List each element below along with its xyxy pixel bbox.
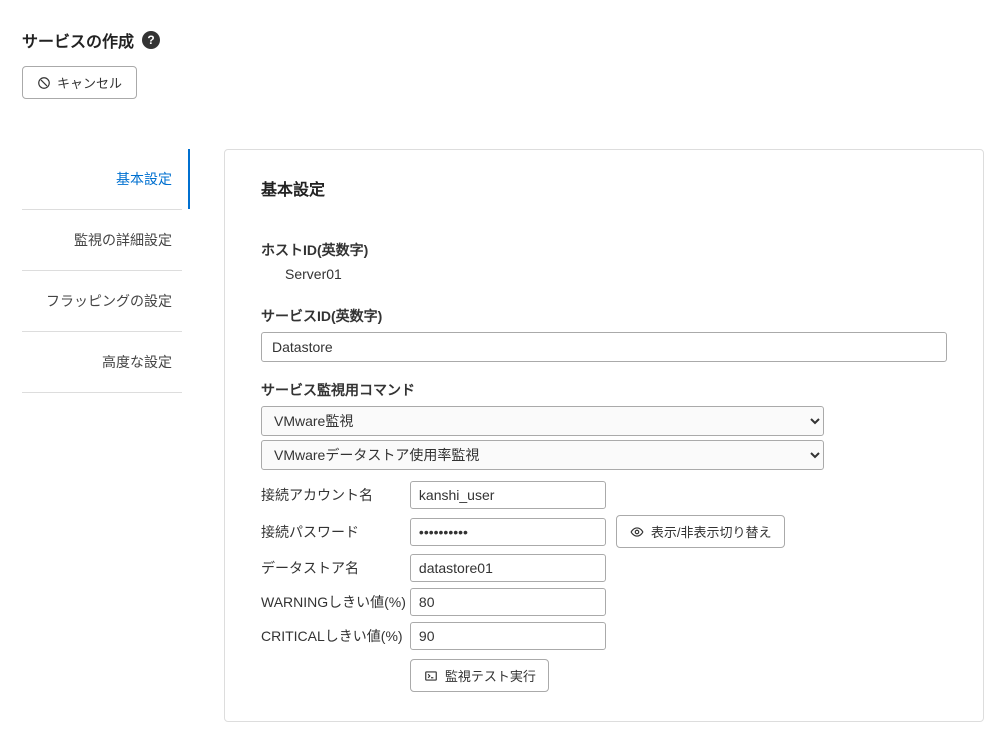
- password-toggle-label: 表示/非表示切り替え: [651, 522, 772, 541]
- service-id-input[interactable]: [261, 332, 947, 362]
- panel-title: 基本設定: [261, 176, 947, 200]
- cancel-button[interactable]: キャンセル: [22, 66, 137, 99]
- datastore-input[interactable]: [410, 554, 606, 582]
- sidebar: 基本設定 監視の詳細設定 フラッピングの設定 高度な設定: [22, 149, 182, 393]
- command-select-type[interactable]: VMwareデータストア使用率監視: [261, 440, 824, 470]
- command-label: サービス監視用コマンド: [261, 380, 947, 400]
- terminal-icon: [423, 669, 439, 683]
- monitor-test-button[interactable]: 監視テスト実行: [410, 659, 549, 692]
- monitor-test-label: 監視テスト実行: [445, 666, 536, 685]
- sidebar-item-flapping[interactable]: フラッピングの設定: [22, 271, 182, 332]
- service-id-label: サービスID(英数字): [261, 306, 947, 326]
- warning-label: WARNINGしきい値(%): [261, 585, 410, 619]
- password-label: 接続パスワード: [261, 512, 410, 551]
- cancel-label: キャンセル: [57, 73, 122, 92]
- password-toggle-button[interactable]: 表示/非表示切り替え: [616, 515, 785, 548]
- sidebar-item-advanced[interactable]: 高度な設定: [22, 332, 182, 393]
- command-select-category[interactable]: VMware監視: [261, 406, 824, 436]
- datastore-label: データストア名: [261, 551, 410, 585]
- warning-input[interactable]: [410, 588, 606, 616]
- critical-label: CRITICALしきい値(%): [261, 619, 410, 653]
- host-id-value: Server01: [285, 266, 947, 282]
- param-table: 接続アカウント名 接続パスワード 表示/非表示切り替え: [261, 478, 789, 695]
- sidebar-item-basic[interactable]: 基本設定: [22, 149, 182, 210]
- critical-input[interactable]: [410, 622, 606, 650]
- eye-icon: [629, 525, 645, 539]
- account-input[interactable]: [410, 481, 606, 509]
- password-input[interactable]: [410, 518, 606, 546]
- main-panel: 基本設定 ホストID(英数字) Server01 サービスID(英数字) サービ…: [224, 149, 984, 722]
- page-title: サービスの作成: [22, 28, 134, 52]
- help-icon[interactable]: ?: [142, 31, 160, 49]
- account-label: 接続アカウント名: [261, 478, 410, 512]
- sidebar-item-monitoring-detail[interactable]: 監視の詳細設定: [22, 210, 182, 271]
- host-id-label: ホストID(英数字): [261, 240, 947, 260]
- cancel-icon: [37, 76, 51, 90]
